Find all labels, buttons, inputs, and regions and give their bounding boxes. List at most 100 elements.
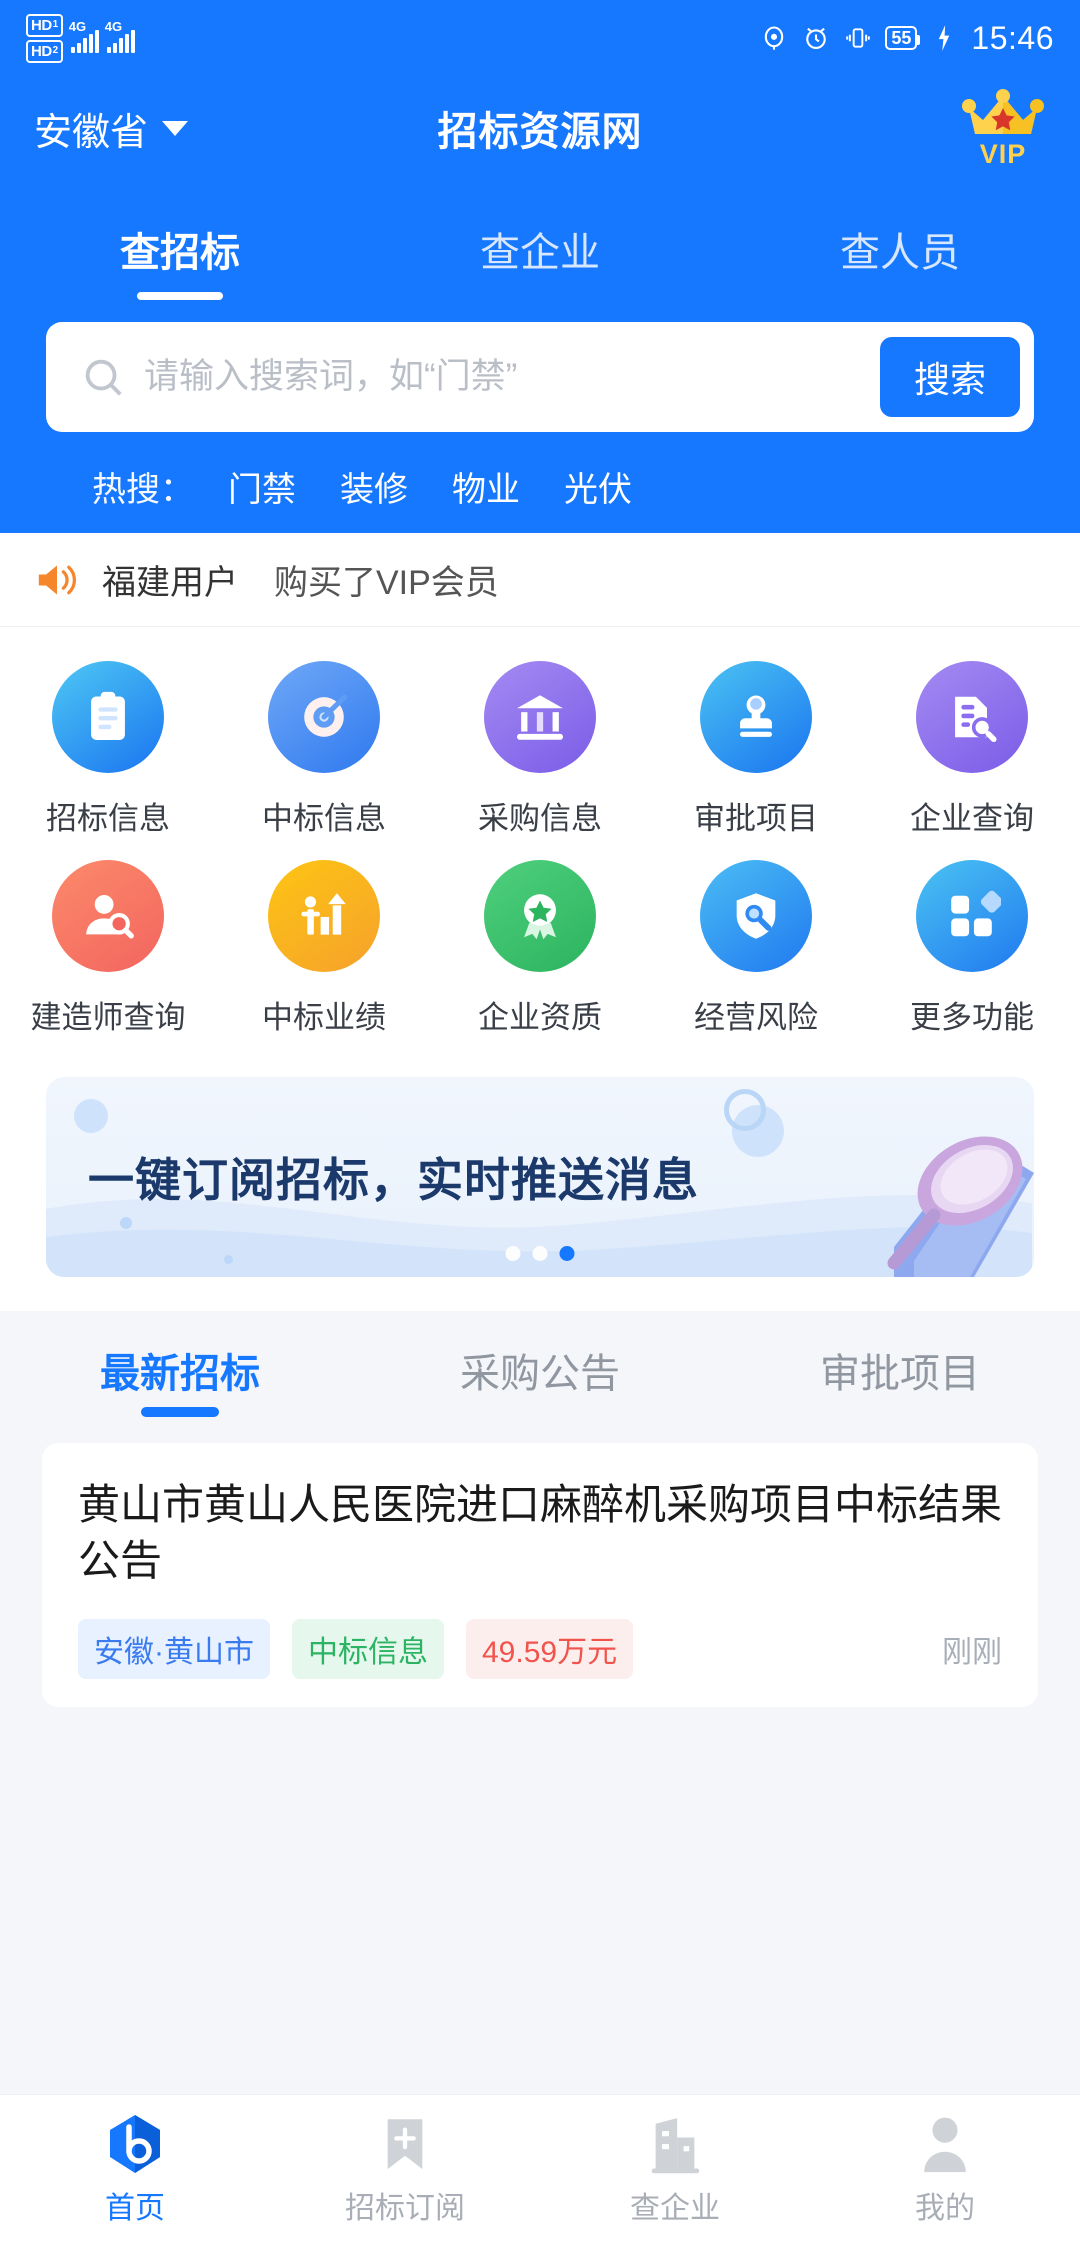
list-item[interactable]: 黄山市黄山人民医院进口麻醉机采购项目中标结果公告 安徽·黄山市 中标信息 49.… (42, 1443, 1038, 1707)
blue-header: 安徽省 招标资源网 VIP 查招标 查企业 查人员 请输入搜索词，如“门禁” 搜… (0, 76, 1080, 533)
list-item-title: 黄山市黄山人民医院进口麻醉机采购项目中标结果公告 (78, 1481, 1003, 1584)
search-icon (80, 354, 126, 400)
eye-comfort-icon (759, 23, 789, 53)
search-button[interactable]: 搜索 (879, 337, 1020, 417)
notice-bar[interactable]: 福建用户 购买了VIP会员 (0, 533, 1080, 627)
function-grid: 招标信息 中标信息 采购信息 审批项目 企业查询 建造师查询 中标业绩 企业资质… (0, 661, 1080, 1037)
nav-subscription[interactable]: 招标订阅 (270, 2095, 540, 2244)
grid-item-shenpi-xiangmu[interactable]: 审批项目 (648, 661, 864, 838)
list-tab-shenpi-xiangmu[interactable]: 审批项目 (720, 1341, 1080, 1399)
grid-item-zhaobiao-xinxi[interactable]: 招标信息 (0, 661, 216, 838)
promo-banner[interactable]: 一键订阅招标，实时推送消息 (46, 1077, 1034, 1277)
grid-item-label: 审批项目 (694, 801, 818, 836)
stamp-icon (700, 661, 812, 773)
hot-search-item[interactable]: 装修 (340, 462, 408, 511)
banner-dot[interactable] (505, 1246, 521, 1261)
tab-cha-qi-ye[interactable]: 查企业 (360, 220, 720, 300)
grid-item-label: 招标信息 (46, 801, 170, 836)
signal-sim1-icon: 4G (69, 19, 99, 53)
chevron-down-icon (162, 120, 189, 136)
grid-item-label: 中标业绩 (262, 1000, 386, 1035)
grid-item-label: 企业资质 (478, 1000, 602, 1035)
grid-item-geng-duo-gongneng[interactable]: 更多功能 (864, 860, 1080, 1037)
banner-dot[interactable] (532, 1246, 548, 1261)
nav-profile[interactable]: 我的 (810, 2095, 1080, 2244)
function-grid-card: 招标信息 中标信息 采购信息 审批项目 企业查询 建造师查询 中标业绩 企业资质… (0, 627, 1080, 1059)
signal-bars-sim2 (106, 30, 135, 53)
price-tag: 49.59万元 (466, 1618, 634, 1679)
list-section: 最新招标 采购公告 审批项目 黄山市黄山人民医院进口麻醉机采购项目中标结果公告 … (0, 1311, 1080, 1707)
nav-home[interactable]: 首页 (0, 2095, 270, 2244)
charging-icon (929, 23, 959, 53)
building-icon (647, 2113, 703, 2175)
status-clock: 15:46 (971, 19, 1054, 56)
tab-label: 查企业 (480, 231, 600, 275)
banner-dot-decoration (120, 1217, 132, 1229)
battery-level: 55 (891, 28, 912, 48)
grid-more-icon (916, 860, 1028, 972)
list-item-meta: 安徽·黄山市 中标信息 49.59万元 刚刚 (78, 1618, 1002, 1679)
hd-sim2-icon: HD 2 (26, 39, 63, 63)
hot-search-item[interactable]: 物业 (452, 462, 520, 511)
hd-sim2-label: HD (31, 42, 52, 60)
network-type-sim2: 4G (104, 19, 123, 34)
grid-item-label: 更多功能 (910, 1000, 1034, 1035)
nav-label: 查企业 (630, 2191, 720, 2225)
grid-item-caigou-xinxi[interactable]: 采购信息 (432, 661, 648, 838)
grid-item-qiye-chaxun[interactable]: 企业查询 (864, 661, 1080, 838)
list-tab-zuixin-zhaobiao[interactable]: 最新招标 (0, 1341, 360, 1399)
tab-label: 查人员 (840, 231, 960, 275)
vip-label: VIP (979, 139, 1027, 169)
search-bar[interactable]: 搜索 (46, 322, 1034, 432)
tab-cha-ren-yuan[interactable]: 查人员 (720, 220, 1080, 300)
banner-area: 一键订阅招标，实时推送消息 (0, 1059, 1080, 1311)
banner-pagination-dots[interactable] (505, 1246, 575, 1261)
person-search-icon (52, 860, 164, 972)
nav-company-search[interactable]: 查企业 (540, 2095, 810, 2244)
list-tabs: 最新招标 采购公告 审批项目 (0, 1317, 1080, 1417)
grid-item-zhongbiao-xinxi[interactable]: 中标信息 (216, 661, 432, 838)
hot-search-item[interactable]: 光伏 (564, 462, 632, 511)
document-search-icon (916, 661, 1028, 773)
bank-icon (484, 661, 596, 773)
type-tag: 中标信息 (292, 1618, 444, 1679)
hd-sim1-icon: HD 1 (26, 13, 63, 37)
search-input[interactable] (126, 357, 880, 397)
banner-dot-active[interactable] (559, 1246, 575, 1261)
list-tab-label: 最新招标 (100, 1352, 260, 1396)
grid-item-zhongbiao-yeji[interactable]: 中标业绩 (216, 860, 432, 1037)
grid-item-label: 经营风险 (694, 1000, 818, 1035)
banner-ring-decoration (724, 1089, 766, 1131)
region-label: 安徽省 (34, 111, 149, 154)
bottom-navigation: 首页 招标订阅 查企业 我的 (0, 2094, 1080, 2244)
status-left: HD 1 HD 2 4G 4G (26, 13, 135, 63)
grid-item-label: 建造师查询 (30, 1000, 186, 1035)
banner-dot-decoration (74, 1099, 108, 1133)
grid-item-qiye-zizhi[interactable]: 企业资质 (432, 860, 648, 1037)
grid-item-label: 中标信息 (262, 801, 386, 836)
vip-button[interactable]: VIP (960, 88, 1046, 168)
battery-icon: 55 (885, 26, 921, 50)
network-type-sim1: 4G (68, 19, 87, 34)
bookmark-plus-icon (379, 2113, 431, 2175)
list-tab-label: 审批项目 (820, 1352, 980, 1396)
search-area: 搜索 热搜： 门禁 装修 物业 光伏 (0, 300, 1080, 511)
region-selector[interactable]: 安徽省 (34, 101, 189, 156)
list-tab-caigou-gonggao[interactable]: 采购公告 (360, 1341, 720, 1399)
grid-item-jianzaoshi-chaxun[interactable]: 建造师查询 (0, 860, 216, 1037)
hot-search-item[interactable]: 门禁 (228, 462, 296, 511)
alarm-icon (801, 23, 831, 53)
app-header: 安徽省 招标资源网 VIP (0, 76, 1080, 180)
tab-cha-zhao-biao[interactable]: 查招标 (0, 220, 360, 300)
grid-item-jingying-fengxian[interactable]: 经营风险 (648, 860, 864, 1037)
timestamp: 刚刚 (942, 1635, 1002, 1669)
banner-text: 一键订阅招标，实时推送消息 (88, 1154, 699, 1206)
magnifier-illustration (887, 1136, 1034, 1277)
signal-sim2-icon: 4G (105, 19, 135, 53)
hot-search-row: 热搜： 门禁 装修 物业 光伏 (46, 432, 1034, 511)
vibrate-icon (843, 23, 873, 53)
banner-dot-decoration (224, 1255, 233, 1264)
clipboard-icon (52, 661, 164, 773)
target-icon (268, 661, 380, 773)
person-icon (919, 2113, 971, 2175)
